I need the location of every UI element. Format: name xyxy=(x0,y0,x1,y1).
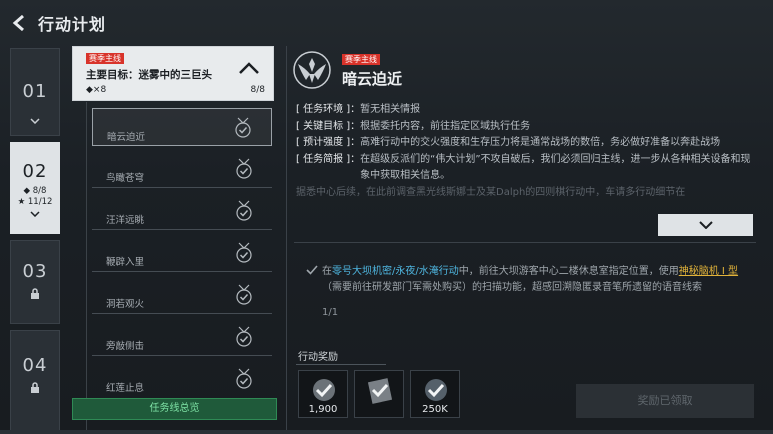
completed-medal-icon xyxy=(236,326,252,347)
chevron-down-icon xyxy=(30,118,40,124)
task-objective: 在零号大坝机密/永夜/水淹行动中，前往大坝游客中心二楼休息室指定位置，使用神秘脑… xyxy=(306,264,756,321)
chapter-diamond-count: ◆ 8/8 xyxy=(23,186,47,196)
main-mission-title: 主要目标：迷雾中的三巨头 xyxy=(86,69,212,81)
chapter-number: 01 xyxy=(22,81,48,102)
eagle-emblem-icon xyxy=(293,51,331,89)
chevron-down-icon xyxy=(698,221,713,229)
check-badge-icon xyxy=(313,379,335,401)
task-text: 中，前往大坝游客中心二楼休息室指定位置，使用 xyxy=(458,266,679,277)
sub-mission-1[interactable]: 暗云迫近 xyxy=(92,108,272,146)
brief-key: [ 预计强度 ]： xyxy=(296,137,361,148)
expand-briefing-button[interactable] xyxy=(658,214,753,236)
lock-icon xyxy=(31,288,39,299)
sub-mission-2[interactable]: 鸟瞰苍穹 xyxy=(92,150,272,188)
main-mission-card[interactable]: 赛季主线 主要目标：迷雾中的三巨头 ◆×8 8/8 xyxy=(72,46,274,101)
brief-value: 高难行动中的交火强度和生存压力将是通常战场的数倍，务必做好准备以奔赴战场 xyxy=(360,137,721,148)
header: 行动计划 xyxy=(10,10,106,36)
brief-value: 暂无相关情报 xyxy=(360,104,421,115)
sub-mission-label: 旁敲侧击 xyxy=(106,341,145,352)
sub-mission-3[interactable]: 汪洋远眺 xyxy=(92,192,272,230)
task-text: 在 xyxy=(322,266,332,277)
chevron-down-icon xyxy=(30,211,40,217)
mission-briefing: [ 任务环境 ]： 暂无相关情报 [ 关键目标 ]： 根据委托内容，前往指定区域执行… xyxy=(296,102,752,218)
lock-icon xyxy=(31,382,39,393)
brief-row: [ 关键目标 ]： 根据委托内容，前往指定区域执行任务 xyxy=(296,119,752,136)
brief-key: [ 任务环境 ]： xyxy=(296,104,361,115)
section-separator xyxy=(294,242,756,243)
sub-mission-label: 鞭辟入里 xyxy=(106,257,145,268)
chapter-tabs: 01 02 ◆ 8/8 ★ 11/12 03 04 xyxy=(10,48,60,434)
chapter-tab-04[interactable]: 04 xyxy=(10,330,60,434)
season-tag: 赛季主线 xyxy=(342,54,380,65)
sub-mission-5[interactable]: 洞若观火 xyxy=(92,276,272,314)
season-tag: 赛季主线 xyxy=(86,53,124,64)
mission-detail-panel: 赛季主线 暗云迫近 [ 任务环境 ]： 暂无相关情报 [ 关键目标 ]： 根据委托内… xyxy=(292,46,762,434)
check-badge-icon xyxy=(367,378,393,404)
chapter-star-count: ★ 11/12 xyxy=(17,197,53,207)
reward-item-2[interactable] xyxy=(354,370,404,418)
completed-medal-icon xyxy=(235,117,251,138)
mission-line-overview-button[interactable]: 任务线总览 xyxy=(72,398,277,420)
chapter-number: 02 xyxy=(22,161,48,182)
sub-mission-label: 鸟瞰苍穹 xyxy=(106,173,145,184)
brief-value: 在超级反派们的“伟大计划”不攻自破后，我们必须回归主线，进一步从各种相关设备和现… xyxy=(360,153,751,182)
chapter-tab-02[interactable]: 02 ◆ 8/8 ★ 11/12 xyxy=(10,142,60,234)
chapter-tab-03[interactable]: 03 xyxy=(10,240,60,324)
brief-key: [ 关键目标 ]： xyxy=(296,120,361,132)
rewards-label: 行动奖励 xyxy=(298,352,338,363)
mission-title: 暗云迫近 xyxy=(342,70,403,88)
checkmark-icon xyxy=(306,265,318,275)
back-arrow-icon[interactable] xyxy=(10,14,28,32)
task-text: （需要前往研发部门军需处购买）的扫描功能，超感回溯隐匿录音笔所遗留的语音线索 xyxy=(322,281,702,293)
page-title: 行动计划 xyxy=(38,15,107,34)
completed-medal-icon xyxy=(236,368,252,389)
brief-faded-text: 据悉中心后续，在此前调查黑光线斯娜士及某Dalph的四则棋行动中，车请多行动细节… xyxy=(296,186,686,198)
chapter-number: 03 xyxy=(22,261,48,282)
sub-mission-label: 洞若观火 xyxy=(106,299,145,310)
sub-mission-label: 暗云迫近 xyxy=(107,132,146,143)
task-location: 零号大坝机密/永夜/水淹行动 xyxy=(332,266,459,277)
brief-row: [ 任务环境 ]： 暂无相关情报 xyxy=(296,102,752,119)
task-description: 在零号大坝机密/永夜/水淹行动中，前往大坝游客中心二楼休息室指定位置，使用神秘脑… xyxy=(322,264,756,295)
sub-mission-label: 红莲止息 xyxy=(106,383,145,394)
rewards-underline xyxy=(296,364,386,365)
brief-key: [ 任务简报 ]： xyxy=(296,153,361,165)
brief-value: 根据委托内容，前往指定区域执行任务 xyxy=(360,120,531,132)
check-badge-icon xyxy=(425,379,447,401)
completed-medal-icon xyxy=(236,242,252,263)
brief-row: [ 任务简报 ]： 在超级反派们的“伟大计划”不攻自破后，我们必须回归主线，进一步… xyxy=(296,152,752,185)
chapter-number: 04 xyxy=(22,355,48,376)
main-mission-progress: 8/8 xyxy=(250,85,265,95)
reward-claimed-button[interactable]: 奖励已领取 xyxy=(576,384,754,418)
main-mission-count: ◆×8 xyxy=(86,85,107,95)
brief-row: [ 预计强度 ]： 高难行动中的交火强度和生存压力将是通常战场的数倍，务必做好准备… xyxy=(296,135,752,152)
reward-value: 1,900 xyxy=(308,404,338,415)
branch-line xyxy=(86,102,87,432)
mission-list: 赛季主线 主要目标：迷雾中的三巨头 ◆×8 8/8 暗云迫近 鸟瞰苍穹 汪洋远眺… xyxy=(66,46,280,434)
bottom-status-bar xyxy=(0,430,773,434)
sub-mission-6[interactable]: 旁敲侧击 xyxy=(92,318,272,356)
sub-mission-label: 汪洋远眺 xyxy=(106,215,145,226)
completed-medal-icon xyxy=(236,200,252,221)
task-item-link[interactable]: 神秘脑机 I 型 xyxy=(679,266,738,277)
sub-mission-7[interactable]: 红莲止息 xyxy=(92,360,272,394)
task-progress: 1/1 xyxy=(322,307,339,318)
chapter-tab-01[interactable]: 01 xyxy=(10,48,60,136)
reward-item-3[interactable]: 250K xyxy=(410,370,460,418)
panel-divider xyxy=(286,46,287,434)
reward-item-1[interactable]: 1,900 xyxy=(298,370,348,418)
chevron-up-icon[interactable] xyxy=(238,61,260,75)
completed-medal-icon xyxy=(236,158,252,179)
sub-mission-4[interactable]: 鞭辟入里 xyxy=(92,234,272,272)
reward-value: 250K xyxy=(422,404,448,415)
completed-medal-icon xyxy=(236,284,252,305)
